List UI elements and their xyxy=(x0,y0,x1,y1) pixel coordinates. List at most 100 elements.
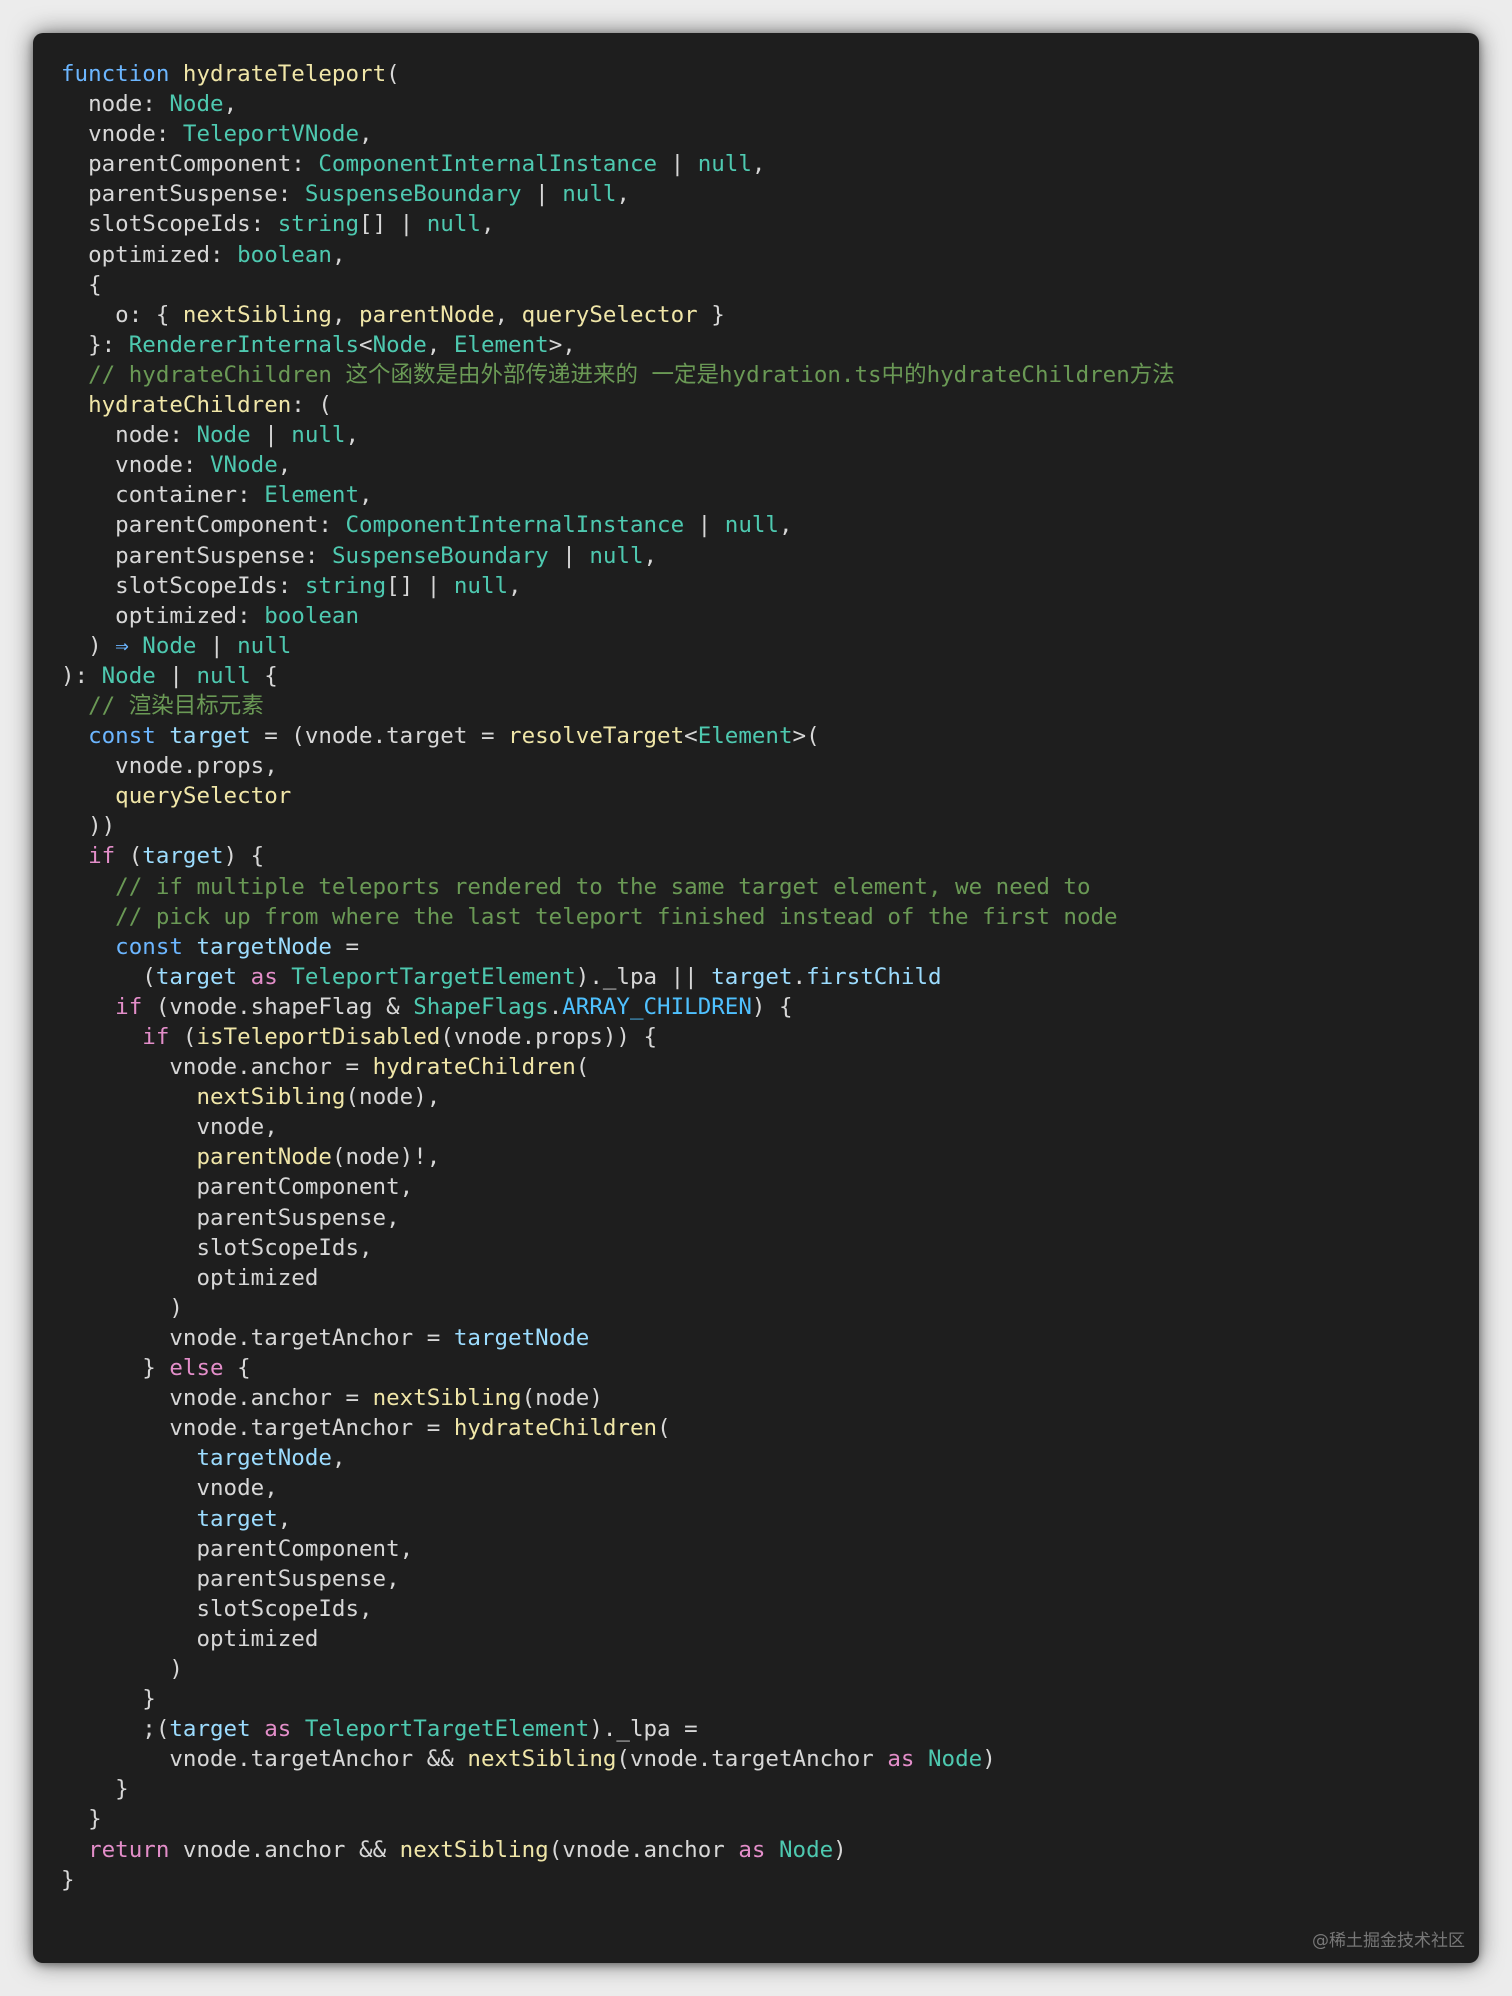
code-token: hydrateChildren xyxy=(453,1415,658,1442)
code-token: targetNode xyxy=(196,933,332,960)
code-token: | xyxy=(250,422,292,449)
code-token: = ( xyxy=(250,723,305,750)
code-token: slotScopeIds xyxy=(61,572,278,599)
code-token: < xyxy=(359,331,373,358)
code-token: null xyxy=(724,512,779,539)
code-token: && xyxy=(413,1746,468,1773)
code-line: }: RendererInternals<Node, Element>, xyxy=(61,330,1175,360)
code-token: vnode xyxy=(629,1746,698,1773)
code-token: anchor xyxy=(643,1836,725,1863)
code-token: , xyxy=(264,1114,278,1141)
code-token: nextSibling xyxy=(399,1836,549,1863)
code-line: vnode.props, xyxy=(61,751,1175,781)
code-token: boolean xyxy=(237,241,332,268)
code-token: _lpa xyxy=(602,963,658,990)
code-token: , xyxy=(480,211,495,238)
code-token: ) { xyxy=(751,993,793,1020)
code-token: Element xyxy=(264,482,360,509)
code-token: } xyxy=(61,1355,170,1382)
code-token: , xyxy=(223,91,238,118)
code-token: ) { xyxy=(223,843,265,870)
code-token: : xyxy=(237,602,265,629)
code-token: SuspenseBoundary xyxy=(331,542,549,569)
code-token: = xyxy=(331,1054,373,1081)
code-token: // hydrateChildren 这个函数是由外部传递进来的 一定是hydr… xyxy=(61,361,1175,388)
code-token: hydrateTeleport xyxy=(182,61,387,87)
code-token: targetAnchor xyxy=(711,1746,874,1773)
code-token: slotScopeIds xyxy=(61,1595,360,1622)
code-token: querySelector xyxy=(61,783,292,810)
code-line: optimized xyxy=(61,1624,1175,1654)
code-token: vnode xyxy=(61,121,156,148)
code-token: , xyxy=(399,1535,414,1562)
code-token: optimized xyxy=(61,241,211,268)
code-token: string xyxy=(277,211,360,238)
code-token: } xyxy=(61,1686,156,1713)
code-line: const targetNode = xyxy=(61,932,1175,962)
code-token: null xyxy=(237,632,292,659)
code-token: : ( xyxy=(291,392,332,419)
code-token: . xyxy=(629,1836,644,1863)
code-token: ;( xyxy=(61,1716,170,1743)
code-token: parentNode xyxy=(61,1144,332,1171)
code-token: . xyxy=(548,993,563,1020)
code-token: ( xyxy=(657,1415,671,1442)
code-token: vnode xyxy=(182,1836,251,1863)
code-line: vnode, xyxy=(61,1473,1175,1503)
code-token: nextSibling xyxy=(182,301,332,328)
code-token: , xyxy=(359,121,373,148)
code-token: }: xyxy=(61,331,129,358)
code-token: // if multiple teleports rendered to the… xyxy=(61,873,1091,900)
code-token: ( xyxy=(521,1385,536,1412)
code-token: vnode xyxy=(61,1324,238,1351)
code-token: // 渲染目标元素 xyxy=(61,692,264,719)
code-token: , xyxy=(751,151,766,178)
code-token: ) xyxy=(833,1836,847,1863)
code-block: function hydrateTeleport( node: Node, vn… xyxy=(61,59,1175,1895)
code-token: target xyxy=(142,843,224,870)
code-token: . xyxy=(697,1746,712,1773)
code-token: ComponentInternalInstance xyxy=(318,151,658,178)
code-token: vnode xyxy=(61,1385,238,1412)
code-token: { xyxy=(250,662,278,689)
code-line: vnode: TeleportVNode, xyxy=(61,119,1175,149)
code-line: hydrateChildren: ( xyxy=(61,390,1175,420)
code-token: anchor xyxy=(250,1385,332,1412)
code-token: : { xyxy=(128,301,183,328)
code-token: & xyxy=(372,993,414,1020)
code-token: , xyxy=(359,1595,373,1622)
code-token: , xyxy=(386,1565,400,1592)
code-line: node: Node, xyxy=(61,89,1175,119)
code-line: } xyxy=(61,1774,1175,1804)
code-token: : xyxy=(250,211,278,238)
code-token: TeleportTargetElement xyxy=(304,1716,590,1743)
code-token: . xyxy=(182,753,197,780)
code-token: if xyxy=(61,1024,170,1050)
code-line: parentSuspense, xyxy=(61,1203,1175,1233)
code-token: , xyxy=(277,452,292,479)
code-token: anchor xyxy=(264,1836,346,1863)
code-token: } xyxy=(697,301,725,328)
code-token: parentSuspense xyxy=(61,181,278,208)
code-token: ShapeFlags xyxy=(413,993,549,1020)
code-token: vnode xyxy=(61,452,183,479)
code-token: Node xyxy=(778,1836,834,1863)
code-token: . xyxy=(237,1415,251,1442)
code-token: . xyxy=(237,1746,251,1773)
code-token: parentComponent xyxy=(61,1174,400,1201)
code-token: , xyxy=(331,241,346,268)
code-token: vnode xyxy=(61,1114,265,1141)
code-token: anchor xyxy=(250,1054,332,1081)
code-token: , xyxy=(331,301,360,328)
code-token: || xyxy=(657,963,712,990)
code-line: targetNode, xyxy=(61,1443,1175,1473)
code-token: } xyxy=(61,1806,102,1833)
code-token: ( xyxy=(345,1084,360,1111)
code-token: ). xyxy=(589,1716,617,1743)
code-token: SuspenseBoundary xyxy=(304,181,522,208)
code-line: target, xyxy=(61,1504,1175,1534)
code-line: if (isTeleportDisabled(vnode.props)) { xyxy=(61,1022,1175,1052)
